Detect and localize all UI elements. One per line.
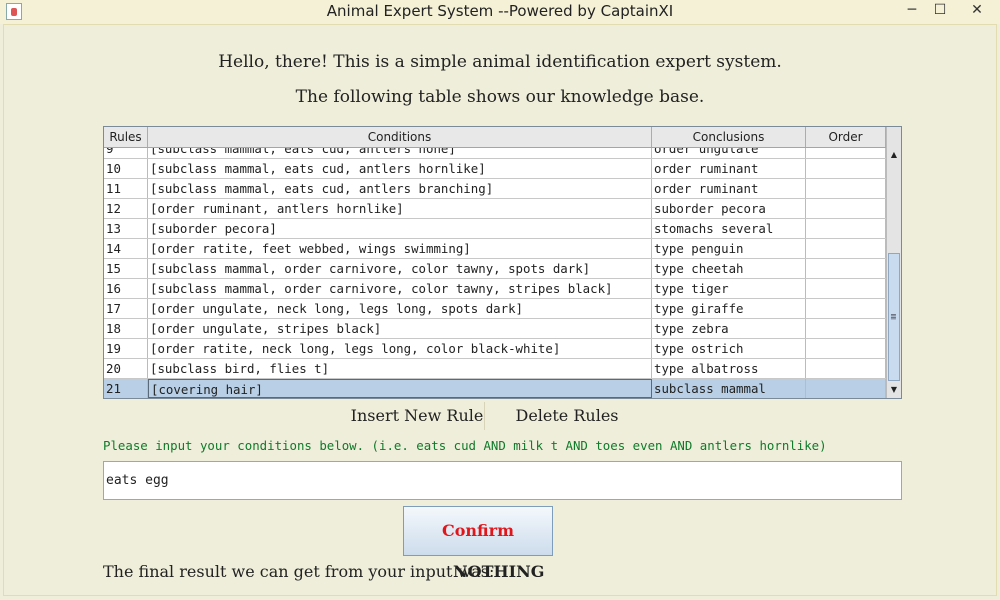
cell-rule[interactable]: 9: [104, 148, 148, 158]
table-row[interactable]: 16 [subclass mammal, order carnivore, col…: [104, 279, 886, 299]
cell-conditions[interactable]: [subclass mammal, order carnivore, color…: [148, 279, 652, 298]
cell-rule[interactable]: 15: [104, 259, 148, 278]
cell-order[interactable]: [806, 199, 886, 218]
cell-conditions[interactable]: [subclass mammal, eats cud, antlers bran…: [148, 179, 652, 198]
cell-rule[interactable]: 21: [104, 379, 148, 398]
cell-conclusion[interactable]: type cheetah: [652, 259, 806, 278]
header-conditions[interactable]: Conditions: [148, 127, 652, 147]
input-hint: Please input your conditions below. (i.e…: [103, 438, 827, 453]
table-row[interactable]: 15 [subclass mammal, order carnivore, col…: [104, 259, 886, 279]
cell-rule[interactable]: 13: [104, 219, 148, 238]
title-bar: Animal Expert System --Powered by Captai…: [0, 0, 1000, 24]
cell-conclusion[interactable]: order ruminant: [652, 159, 806, 178]
cell-order[interactable]: [806, 279, 886, 298]
cell-order[interactable]: [806, 299, 886, 318]
cell-conclusion[interactable]: type giraffe: [652, 299, 806, 318]
header-conclusions[interactable]: Conclusions: [652, 127, 806, 147]
cell-rule[interactable]: 10: [104, 159, 148, 178]
insert-rule-button[interactable]: Insert New Rule: [350, 402, 485, 430]
cell-order[interactable]: [806, 148, 886, 158]
table-header: Rules Conditions Conclusions Order: [104, 127, 886, 148]
cell-conditions[interactable]: [subclass mammal, eats cud, antlers none…: [148, 148, 652, 158]
table-row[interactable]: 17 [order ungulate, neck long, legs long,…: [104, 299, 886, 319]
table-row[interactable]: 21 [covering hair] subclass mammal: [104, 379, 886, 398]
minimize-button[interactable]: ─: [898, 0, 926, 20]
cell-conditions[interactable]: [order ungulate, neck long, legs long, s…: [148, 299, 652, 318]
cell-rule[interactable]: 18: [104, 319, 148, 338]
cell-conditions[interactable]: [order ruminant, antlers hornlike]: [148, 199, 652, 218]
cell-order[interactable]: [806, 319, 886, 338]
scroll-grip-icon: ═ ═: [891, 311, 896, 323]
cell-order[interactable]: [806, 239, 886, 258]
table-row[interactable]: 9 [subclass mammal, eats cud, antlers non…: [104, 148, 886, 159]
cell-order[interactable]: [806, 259, 886, 278]
cell-conditions[interactable]: [order ratite, feet webbed, wings swimmi…: [148, 239, 652, 258]
table-row[interactable]: 11 [subclass mammal, eats cud, antlers br…: [104, 179, 886, 199]
scroll-up-arrow-icon[interactable]: ▲: [887, 148, 901, 162]
cell-conclusion[interactable]: stomachs several: [652, 219, 806, 238]
cell-conclusion[interactable]: type ostrich: [652, 339, 806, 358]
cell-conditions[interactable]: [order ungulate, stripes black]: [148, 319, 652, 338]
conditions-input[interactable]: eats egg: [103, 461, 902, 500]
knowledge-base-table: Rules Conditions Conclusions Order 9 [sub…: [103, 126, 902, 399]
close-button[interactable]: ✕: [954, 0, 1000, 20]
scroll-down-arrow-icon[interactable]: ▼: [887, 383, 901, 397]
cell-rule[interactable]: 20: [104, 359, 148, 378]
table-row[interactable]: 19 [order ratite, neck long, legs long, c…: [104, 339, 886, 359]
cell-conclusion[interactable]: type penguin: [652, 239, 806, 258]
table-row[interactable]: 10 [subclass mammal, eats cud, antlers ho…: [104, 159, 886, 179]
cell-conclusion[interactable]: suborder pecora: [652, 199, 806, 218]
table-scrollbar[interactable]: ▲ ═ ═ ▼: [886, 127, 901, 398]
window-title: Animal Expert System --Powered by Captai…: [326, 2, 674, 20]
cell-order[interactable]: [806, 379, 886, 398]
cell-order[interactable]: [806, 339, 886, 358]
cell-conclusion[interactable]: type albatross: [652, 359, 806, 378]
table-body: 9 [subclass mammal, eats cud, antlers non…: [104, 148, 886, 398]
delete-rules-button[interactable]: Delete Rules: [508, 402, 626, 430]
cell-rule[interactable]: 12: [104, 199, 148, 218]
table-row[interactable]: 14 [order ratite, feet webbed, wings swim…: [104, 239, 886, 259]
cell-conclusion[interactable]: type tiger: [652, 279, 806, 298]
cell-rule[interactable]: 16: [104, 279, 148, 298]
cell-order[interactable]: [806, 359, 886, 378]
scroll-thumb[interactable]: ═ ═: [888, 253, 900, 381]
cell-conditions[interactable]: [order ratite, neck long, legs long, col…: [148, 339, 652, 358]
cell-conditions[interactable]: [covering hair]: [148, 379, 652, 398]
header-order[interactable]: Order: [806, 127, 886, 147]
cell-order[interactable]: [806, 159, 886, 178]
intro-table-caption: The following table shows our knowledge …: [295, 87, 705, 107]
confirm-button[interactable]: Confirm: [403, 506, 553, 556]
header-rules[interactable]: Rules: [104, 127, 148, 147]
cell-rule[interactable]: 17: [104, 299, 148, 318]
cell-conditions[interactable]: [subclass mammal, eats cud, antlers horn…: [148, 159, 652, 178]
cell-order[interactable]: [806, 179, 886, 198]
table-row[interactable]: 12 [order ruminant, antlers hornlike] subo…: [104, 199, 886, 219]
cell-conditions[interactable]: [suborder pecora]: [148, 219, 652, 238]
maximize-button[interactable]: ☐: [926, 0, 954, 20]
table-row[interactable]: 18 [order ungulate, stripes black] type ze…: [104, 319, 886, 339]
result-value: NOTHING: [453, 562, 545, 581]
cell-conditions[interactable]: [subclass mammal, order carnivore, color…: [148, 259, 652, 278]
cell-conclusion[interactable]: type zebra: [652, 319, 806, 338]
intro-greeting: Hello, there! This is a simple animal id…: [218, 52, 782, 72]
cell-rule[interactable]: 19: [104, 339, 148, 358]
cell-conclusion[interactable]: order ruminant: [652, 179, 806, 198]
cell-conclusion[interactable]: order ungulate: [652, 148, 806, 158]
result-label: The final result we can get from your in…: [103, 562, 495, 581]
table-row[interactable]: 13 [suborder pecora] stomachs several: [104, 219, 886, 239]
cell-order[interactable]: [806, 219, 886, 238]
table-row[interactable]: 20 [subclass bird, flies t] type albatross: [104, 359, 886, 379]
cell-conditions[interactable]: [subclass bird, flies t]: [148, 359, 652, 378]
cell-rule[interactable]: 11: [104, 179, 148, 198]
cell-rule[interactable]: 14: [104, 239, 148, 258]
cell-conclusion[interactable]: subclass mammal: [652, 379, 806, 398]
